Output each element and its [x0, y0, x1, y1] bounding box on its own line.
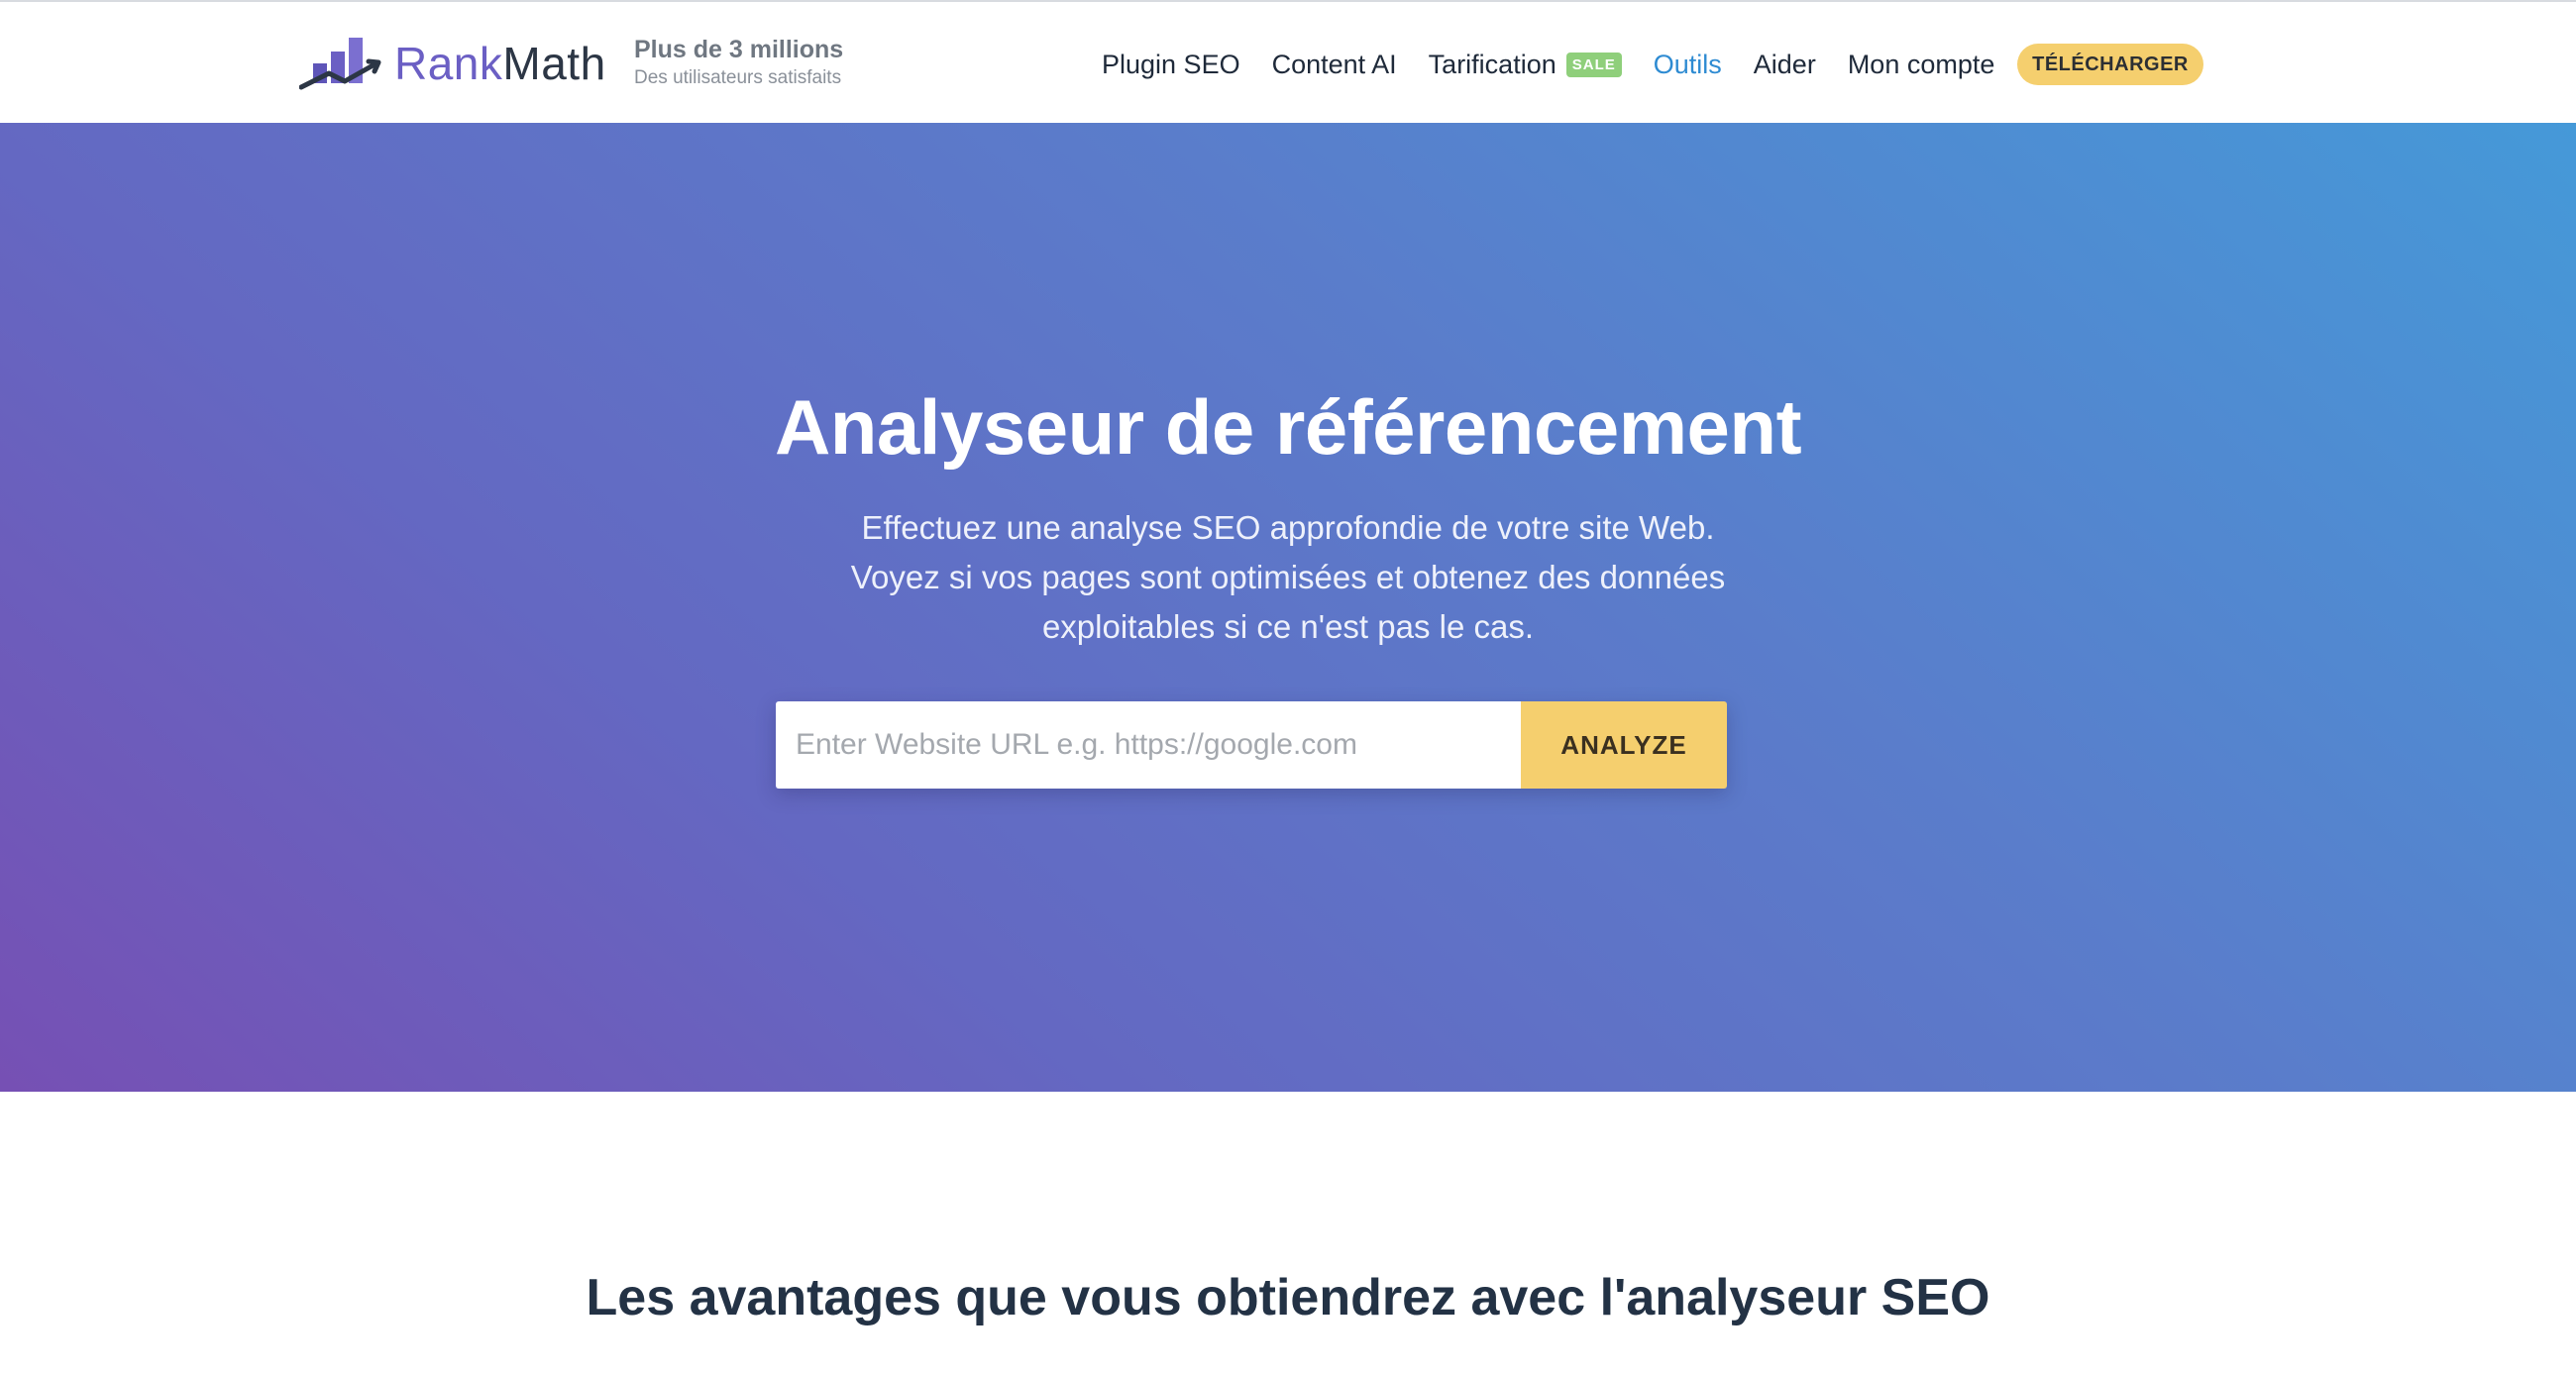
- nav-item-tarification[interactable]: Tarification SALE: [1429, 50, 1622, 80]
- nav-item-tarification-label: Tarification: [1428, 49, 1556, 79]
- nav-item-content-ai[interactable]: Content AI: [1272, 50, 1397, 80]
- page-title: Analyseur de référencement: [774, 383, 1802, 471]
- hero-description-line-2: Voyez si vos pages sont optimisées et ob…: [850, 559, 1726, 595]
- brand-logo-link[interactable]: RankMath: [299, 32, 606, 95]
- tagline-main: Plus de 3 millions: [634, 36, 844, 63]
- hero-section: Analyseur de référencement Effectuez une…: [0, 123, 2576, 1092]
- download-button[interactable]: TÉLÉCHARGER: [2017, 44, 2203, 85]
- hero-description: Effectuez une analyse SEO approfondie de…: [694, 503, 1882, 652]
- site-header: RankMath Plus de 3 millions Des utilisat…: [0, 0, 2576, 123]
- brand-name-rank: Rank: [394, 38, 503, 89]
- hero-description-line-1: Effectuez une analyse SEO approfondie de…: [861, 509, 1715, 546]
- brand-name: RankMath: [394, 41, 606, 86]
- main-nav: Plugin SEO Content AI Tarification SALE O…: [1102, 40, 2026, 89]
- nav-item-outils[interactable]: Outils: [1654, 50, 1722, 80]
- brand-tagline: Plus de 3 millions Des utilisateurs sati…: [634, 36, 844, 88]
- website-url-input[interactable]: [776, 701, 1521, 789]
- rankmath-bar-chart-logo-icon: [299, 38, 381, 90]
- tagline-sub: Des utilisateurs satisfaits: [634, 67, 842, 88]
- benefits-heading: Les avantages que vous obtiendrez avec l…: [586, 1269, 1990, 1326]
- nav-item-mon-compte[interactable]: Mon compte: [1848, 50, 1995, 80]
- brand-name-math: Math: [502, 38, 606, 89]
- hero-description-line-3: exploitables si ce n'est pas le cas.: [1041, 608, 1535, 645]
- analyze-button[interactable]: ANALYZE: [1521, 701, 1727, 789]
- url-analyze-form: ANALYZE: [776, 701, 1727, 789]
- nav-item-aider[interactable]: Aider: [1754, 50, 1816, 80]
- sale-badge: SALE: [1565, 52, 1622, 77]
- nav-item-plugin-seo[interactable]: Plugin SEO: [1102, 50, 1240, 80]
